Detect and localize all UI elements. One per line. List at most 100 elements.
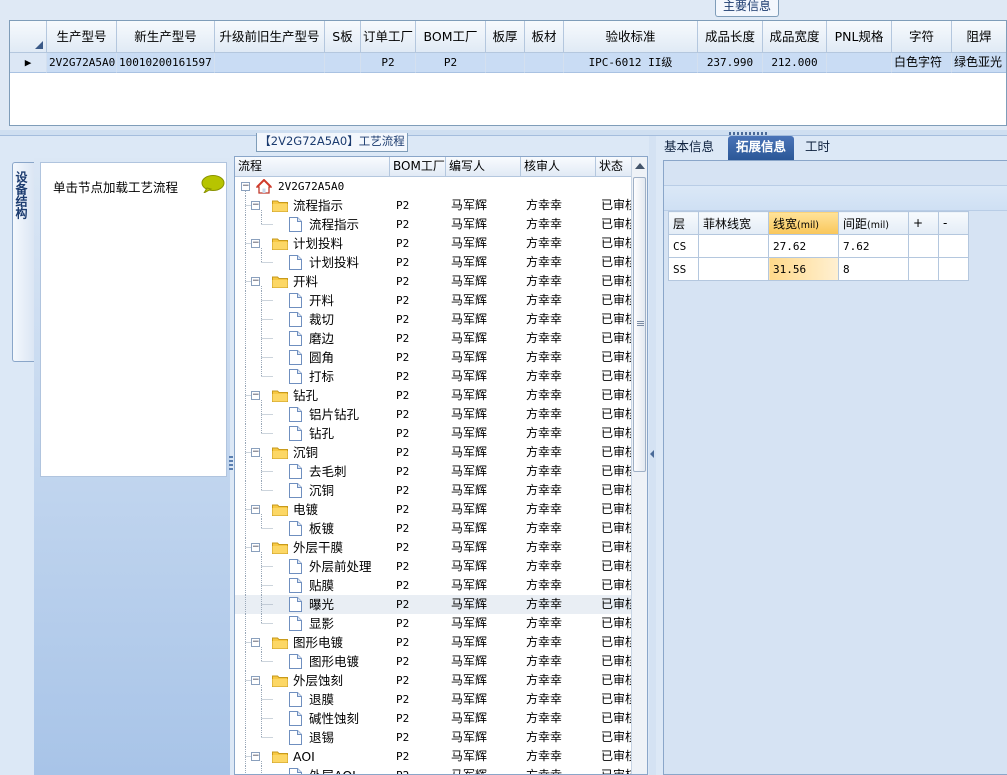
tree-node[interactable]: − 流程指示: [235, 196, 390, 215]
tree-row[interactable]: 铝片钻孔 P2 马军辉 方幸幸 已审核: [235, 405, 633, 424]
tree-row[interactable]: 钻孔 P2 马军辉 方幸幸 已审核: [235, 424, 633, 443]
collapse-toggle-icon[interactable]: −: [251, 505, 260, 514]
main-col-header[interactable]: 成品宽度: [763, 21, 827, 53]
main-cell[interactable]: 10010200161597: [117, 53, 215, 73]
col-line-width[interactable]: 线宽(mil): [768, 211, 839, 235]
main-info-title[interactable]: 主要信息: [715, 0, 779, 17]
tree-node[interactable]: − 沉铜: [235, 443, 390, 462]
tree-row[interactable]: 外层AOI P2马军辉方幸幸已审核: [235, 766, 633, 774]
empty-cell[interactable]: [908, 234, 939, 258]
tree-node[interactable]: 打标: [235, 367, 390, 386]
tree-node[interactable]: 沉铜: [235, 481, 390, 500]
main-col-header[interactable]: 验收标准: [564, 21, 698, 53]
tree-row[interactable]: 曝光 P2 马军辉 方幸幸 已审核: [235, 595, 633, 614]
tree-row[interactable]: 磨边 P2 马军辉 方幸幸 已审核: [235, 329, 633, 348]
collapse-toggle-icon[interactable]: −: [251, 676, 260, 685]
tree-row[interactable]: 沉铜 P2 马军辉 方幸幸 已审核: [235, 481, 633, 500]
collapse-toggle-icon[interactable]: −: [251, 201, 260, 210]
main-cell[interactable]: 绿色亚光: [952, 53, 1006, 73]
nav-collapse-handle[interactable]: [229, 456, 233, 472]
main-cell[interactable]: [325, 53, 361, 73]
tree-node[interactable]: − 外层干膜: [235, 538, 390, 557]
col-header-writer[interactable]: 编写人: [446, 157, 521, 177]
collapse-toggle-icon[interactable]: −: [251, 543, 260, 552]
layer-cell[interactable]: SS: [668, 257, 699, 281]
col-film-width[interactable]: 菲林线宽: [698, 211, 769, 235]
tree-node[interactable]: 磨边: [235, 329, 390, 348]
tree-node[interactable]: − AOI: [235, 747, 390, 766]
collapse-toggle-icon[interactable]: −: [251, 448, 260, 457]
tree-node[interactable]: 钻孔: [235, 424, 390, 443]
remove-row-button[interactable]: -: [938, 211, 969, 235]
tree-node[interactable]: 曝光: [235, 595, 390, 614]
main-cell[interactable]: [215, 53, 325, 73]
main-col-header[interactable]: 新生产型号: [117, 21, 215, 53]
layer-cell[interactable]: CS: [668, 234, 699, 258]
tree-row[interactable]: − 开料 P2 马军辉 方幸幸 已审核: [235, 272, 633, 291]
main-col-header[interactable]: 升级前旧生产型号: [215, 21, 325, 53]
main-info-row[interactable]: ▶ 2V2G72A5A0 10010200161597 P2 P2 IPC-6012 I…: [10, 53, 1006, 73]
tree-node[interactable]: 流程指示: [235, 215, 390, 234]
grid-corner[interactable]: [10, 21, 47, 53]
col-layer[interactable]: 层: [668, 211, 699, 235]
tree-row[interactable]: 开料 P2 马军辉 方幸幸 已审核: [235, 291, 633, 310]
main-col-header[interactable]: 订单工厂: [361, 21, 416, 53]
tree-node[interactable]: − 2V2G72A5A0: [235, 177, 390, 196]
tree-node[interactable]: 去毛刺: [235, 462, 390, 481]
tree-row[interactable]: − 外层蚀刻 P2 马军辉 方幸幸 已审核: [235, 671, 633, 690]
tree-row[interactable]: 外层前处理 P2 马军辉 方幸幸 已审核: [235, 557, 633, 576]
tree-node[interactable]: 退膜: [235, 690, 390, 709]
tree-node[interactable]: 贴膜: [235, 576, 390, 595]
tree-node[interactable]: 碱性蚀刻: [235, 709, 390, 728]
line-width-row[interactable]: CS 27.62 7.62: [668, 234, 969, 258]
tree-node[interactable]: − 电镀: [235, 500, 390, 519]
col-header-bom[interactable]: BOM工厂: [390, 157, 446, 177]
tree-row[interactable]: − 2V2G72A5A0: [235, 177, 633, 196]
tree-row[interactable]: 计划投料 P2 马军辉 方幸幸 已审核: [235, 253, 633, 272]
tree-row[interactable]: 打标 P2 马军辉 方幸幸 已审核: [235, 367, 633, 386]
empty-cell[interactable]: [938, 257, 969, 281]
tree-node[interactable]: − 计划投料: [235, 234, 390, 253]
main-cell[interactable]: P2: [361, 53, 416, 73]
line-width-cell[interactable]: 27.62: [768, 234, 839, 258]
tree-node[interactable]: 开料: [235, 291, 390, 310]
empty-cell[interactable]: [908, 257, 939, 281]
main-col-header[interactable]: 生产型号: [47, 21, 117, 53]
collapse-toggle-icon[interactable]: −: [251, 391, 260, 400]
tab-basic-info[interactable]: 基本信息: [656, 136, 722, 160]
tree-row[interactable]: − 计划投料 P2 马军辉 方幸幸 已审核: [235, 234, 633, 253]
tree-node[interactable]: − 外层蚀刻: [235, 671, 390, 690]
line-width-row[interactable]: SS 31.56 8: [668, 257, 969, 281]
main-cell[interactable]: 白色字符: [892, 53, 952, 73]
tree-node[interactable]: 退锡: [235, 728, 390, 747]
tree-node[interactable]: 圆角: [235, 348, 390, 367]
main-cell[interactable]: P2: [416, 53, 486, 73]
tree-node[interactable]: 板镀: [235, 519, 390, 538]
tree-row[interactable]: 退锡 P2 马军辉 方幸幸 已审核: [235, 728, 633, 747]
add-row-button[interactable]: +: [908, 211, 939, 235]
collapse-toggle-icon[interactable]: −: [251, 638, 260, 647]
vertical-splitter[interactable]: [649, 136, 656, 775]
main-col-header[interactable]: 板材: [525, 21, 564, 53]
tree-row[interactable]: 贴膜 P2 马军辉 方幸幸 已审核: [235, 576, 633, 595]
tree-row[interactable]: 板镀 P2 马军辉 方幸幸 已审核: [235, 519, 633, 538]
main-cell[interactable]: 212.000: [763, 53, 827, 73]
col-gap[interactable]: 间距(mil): [838, 211, 909, 235]
collapse-left-icon[interactable]: [650, 450, 654, 458]
process-tree-scrollbar[interactable]: [631, 157, 647, 774]
tree-row[interactable]: − 流程指示 P2 马军辉 方幸幸 已审核: [235, 196, 633, 215]
tree-row[interactable]: − 钻孔 P2 马军辉 方幸幸 已审核: [235, 386, 633, 405]
tree-row[interactable]: − 图形电镀 P2 马军辉 方幸幸 已审核: [235, 633, 633, 652]
tree-node[interactable]: − 图形电镀: [235, 633, 390, 652]
collapse-toggle-icon[interactable]: −: [251, 239, 260, 248]
empty-cell[interactable]: [938, 234, 969, 258]
scroll-up-icon[interactable]: [635, 163, 645, 169]
collapse-toggle-icon[interactable]: −: [251, 277, 260, 286]
tree-node[interactable]: 外层AOI: [235, 766, 390, 774]
main-cell[interactable]: IPC-6012 II级: [564, 53, 698, 73]
col-header-status[interactable]: 状态: [596, 157, 636, 177]
main-cell[interactable]: [827, 53, 892, 73]
tree-row[interactable]: 退膜 P2 马军辉 方幸幸 已审核: [235, 690, 633, 709]
tree-node[interactable]: − 开料: [235, 272, 390, 291]
process-title[interactable]: 【2V2G72A5A0】工艺流程: [256, 133, 408, 152]
